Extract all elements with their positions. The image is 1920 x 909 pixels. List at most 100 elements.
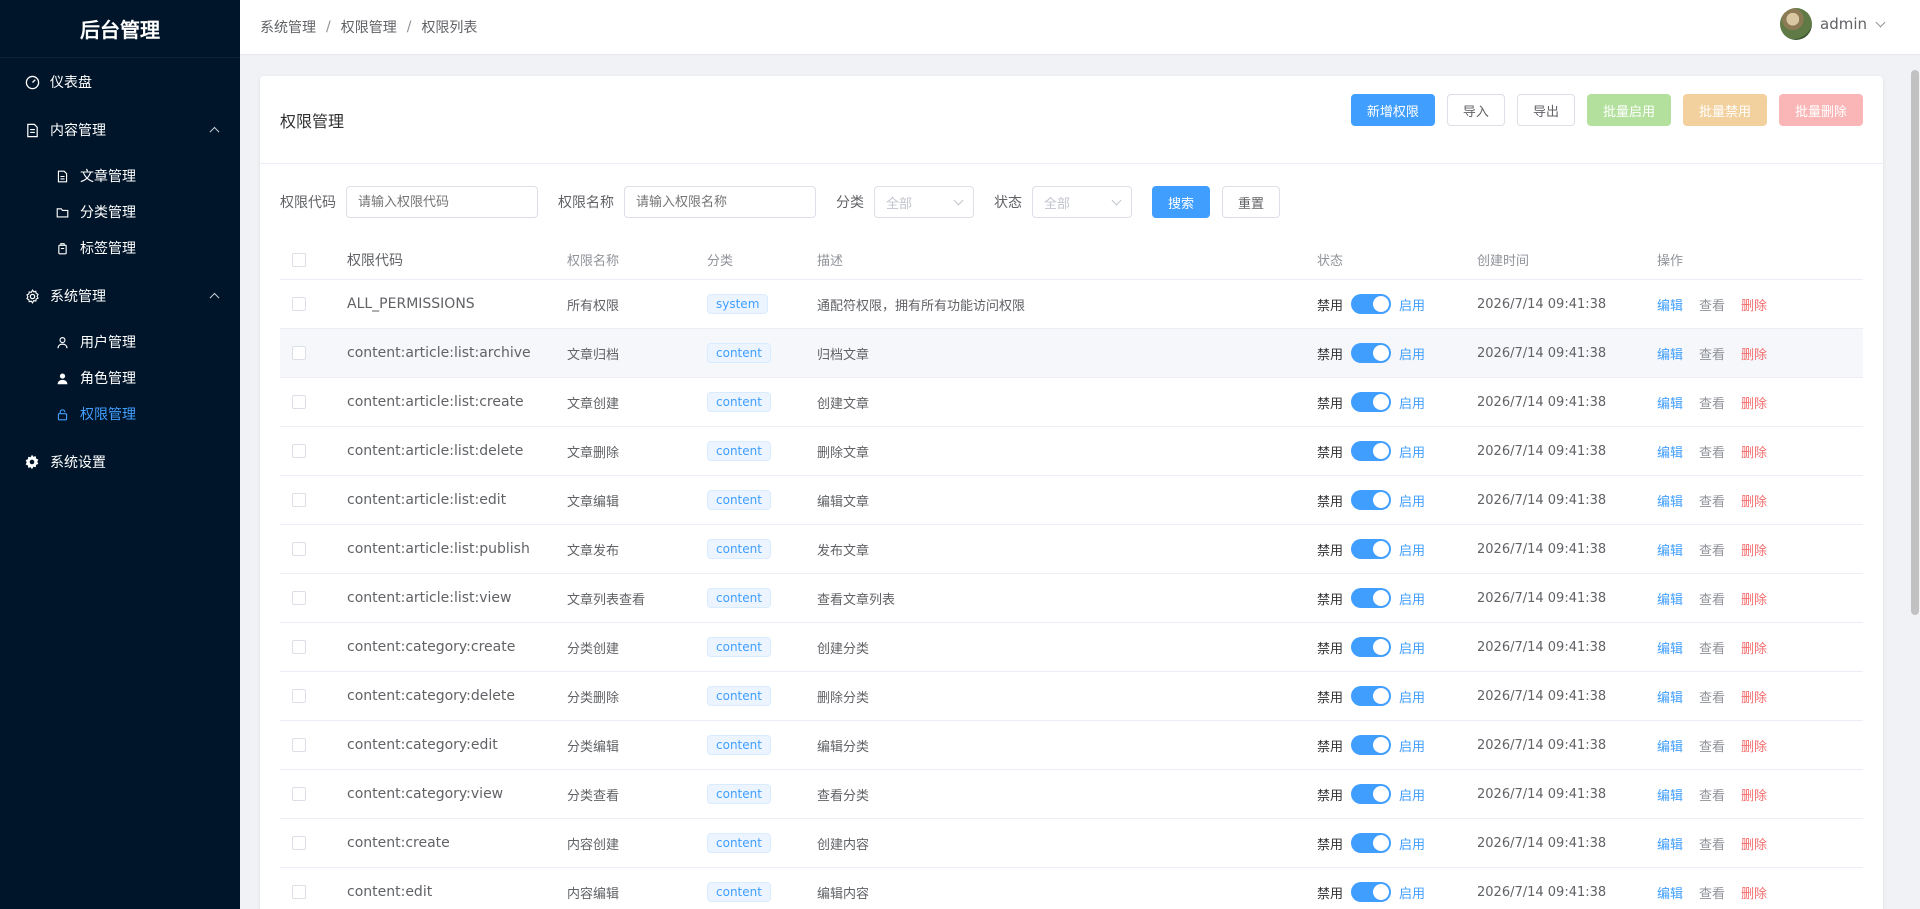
row-checkbox[interactable]: [292, 640, 306, 654]
view-link[interactable]: 查看: [1699, 344, 1725, 363]
menu-item-settings[interactable]: 系统设置: [0, 438, 240, 486]
edit-link[interactable]: 编辑: [1657, 736, 1683, 755]
edit-link[interactable]: 编辑: [1657, 540, 1683, 559]
breadcrumb-item[interactable]: 系统管理: [260, 17, 316, 37]
category-select[interactable]: 全部: [874, 186, 974, 218]
delete-link[interactable]: 删除: [1741, 295, 1767, 314]
view-link[interactable]: 查看: [1699, 785, 1725, 804]
category-tag: content: [707, 392, 771, 412]
edit-link[interactable]: 编辑: [1657, 589, 1683, 608]
edit-link[interactable]: 编辑: [1657, 393, 1683, 412]
delete-link[interactable]: 删除: [1741, 638, 1767, 657]
breadcrumb-item[interactable]: 权限管理: [341, 17, 397, 37]
delete-link[interactable]: 删除: [1741, 834, 1767, 853]
edit-link[interactable]: 编辑: [1657, 442, 1683, 461]
batch-disable-button[interactable]: 批量禁用: [1682, 94, 1767, 126]
view-link[interactable]: 查看: [1699, 540, 1725, 559]
view-link[interactable]: 查看: [1699, 834, 1725, 853]
menu-item-dashboard[interactable]: 仪表盘: [0, 58, 240, 106]
delete-link[interactable]: 删除: [1741, 589, 1767, 608]
view-link[interactable]: 查看: [1699, 295, 1725, 314]
view-link[interactable]: 查看: [1699, 393, 1725, 412]
menu-item-system[interactable]: 系统管理: [0, 272, 240, 320]
delete-link[interactable]: 删除: [1741, 736, 1767, 755]
cell-status: 禁用 启用: [1317, 686, 1477, 706]
row-checkbox[interactable]: [292, 591, 306, 605]
row-checkbox[interactable]: [292, 836, 306, 850]
status-toggle[interactable]: [1351, 588, 1392, 608]
status-toggle[interactable]: [1351, 882, 1392, 902]
edit-link[interactable]: 编辑: [1657, 883, 1683, 902]
delete-link[interactable]: 删除: [1741, 344, 1767, 363]
status-toggle[interactable]: [1351, 294, 1392, 314]
status-toggle[interactable]: [1351, 833, 1392, 853]
view-link[interactable]: 查看: [1699, 736, 1725, 755]
edit-link[interactable]: 编辑: [1657, 638, 1683, 657]
delete-link[interactable]: 删除: [1741, 785, 1767, 804]
scrollbar-thumb[interactable]: [1911, 70, 1919, 615]
view-link[interactable]: 查看: [1699, 589, 1725, 608]
menu-item-tags[interactable]: 标签管理: [0, 230, 240, 266]
delete-link[interactable]: 删除: [1741, 883, 1767, 902]
menu-item-roles[interactable]: 角色管理: [0, 360, 240, 396]
view-link[interactable]: 查看: [1699, 883, 1725, 902]
delete-link[interactable]: 删除: [1741, 393, 1767, 412]
view-link[interactable]: 查看: [1699, 442, 1725, 461]
delete-link[interactable]: 删除: [1741, 540, 1767, 559]
status-toggle[interactable]: [1351, 637, 1392, 657]
batch-enable-button[interactable]: 批量启用: [1586, 94, 1671, 126]
menu-item-permissions[interactable]: 权限管理: [0, 396, 240, 432]
status-toggle[interactable]: [1351, 539, 1392, 559]
view-link[interactable]: 查看: [1699, 491, 1725, 510]
user-menu[interactable]: admin: [1780, 8, 1886, 40]
reset-button[interactable]: 重置: [1222, 186, 1281, 218]
row-checkbox[interactable]: [292, 542, 306, 556]
delete-link[interactable]: 删除: [1741, 687, 1767, 706]
edit-link[interactable]: 编辑: [1657, 785, 1683, 804]
status-select[interactable]: 全部: [1032, 186, 1132, 218]
row-checkbox[interactable]: [292, 689, 306, 703]
delete-link[interactable]: 删除: [1741, 491, 1767, 510]
row-checkbox[interactable]: [292, 493, 306, 507]
edit-link[interactable]: 编辑: [1657, 295, 1683, 314]
status-toggle[interactable]: [1351, 686, 1392, 706]
status-toggle[interactable]: [1351, 441, 1392, 461]
row-checkbox[interactable]: [292, 787, 306, 801]
row-checkbox[interactable]: [292, 885, 306, 899]
edit-link[interactable]: 编辑: [1657, 834, 1683, 853]
edit-link[interactable]: 编辑: [1657, 491, 1683, 510]
page-scrollbar[interactable]: [1910, 70, 1920, 615]
select-all-checkbox[interactable]: [292, 252, 306, 267]
menu-item-articles[interactable]: 文章管理: [0, 158, 240, 194]
cell-ops: 编辑 查看 删除: [1657, 638, 1857, 657]
add-permission-button[interactable]: 新增权限: [1350, 94, 1435, 126]
menu-item-content[interactable]: 内容管理: [0, 106, 240, 154]
edit-link[interactable]: 编辑: [1657, 344, 1683, 363]
view-link[interactable]: 查看: [1699, 687, 1725, 706]
status-toggle[interactable]: [1351, 784, 1392, 804]
cell-ops: 编辑 查看 删除: [1657, 834, 1857, 853]
status-toggle[interactable]: [1351, 735, 1392, 755]
code-search-input[interactable]: [346, 186, 538, 218]
name-search-input[interactable]: [624, 186, 816, 218]
view-link[interactable]: 查看: [1699, 638, 1725, 657]
edit-link[interactable]: 编辑: [1657, 687, 1683, 706]
status-toggle[interactable]: [1351, 490, 1392, 510]
import-button[interactable]: 导入: [1446, 94, 1505, 126]
delete-link[interactable]: 删除: [1741, 442, 1767, 461]
row-checkbox[interactable]: [292, 738, 306, 752]
status-toggle[interactable]: [1351, 343, 1392, 363]
menu-item-users[interactable]: 用户管理: [0, 324, 240, 360]
row-checkbox[interactable]: [292, 346, 306, 360]
export-button[interactable]: 导出: [1516, 94, 1575, 126]
row-checkbox[interactable]: [292, 395, 306, 409]
search-button[interactable]: 搜索: [1152, 186, 1211, 218]
username: admin: [1820, 15, 1867, 33]
category-tag: content: [707, 441, 771, 461]
row-checkbox[interactable]: [292, 444, 306, 458]
batch-delete-button[interactable]: 批量删除: [1778, 94, 1863, 126]
menu-item-categories[interactable]: 分类管理: [0, 194, 240, 230]
menu-label: 系统管理: [50, 289, 106, 305]
row-checkbox[interactable]: [292, 297, 306, 311]
status-toggle[interactable]: [1351, 392, 1392, 412]
